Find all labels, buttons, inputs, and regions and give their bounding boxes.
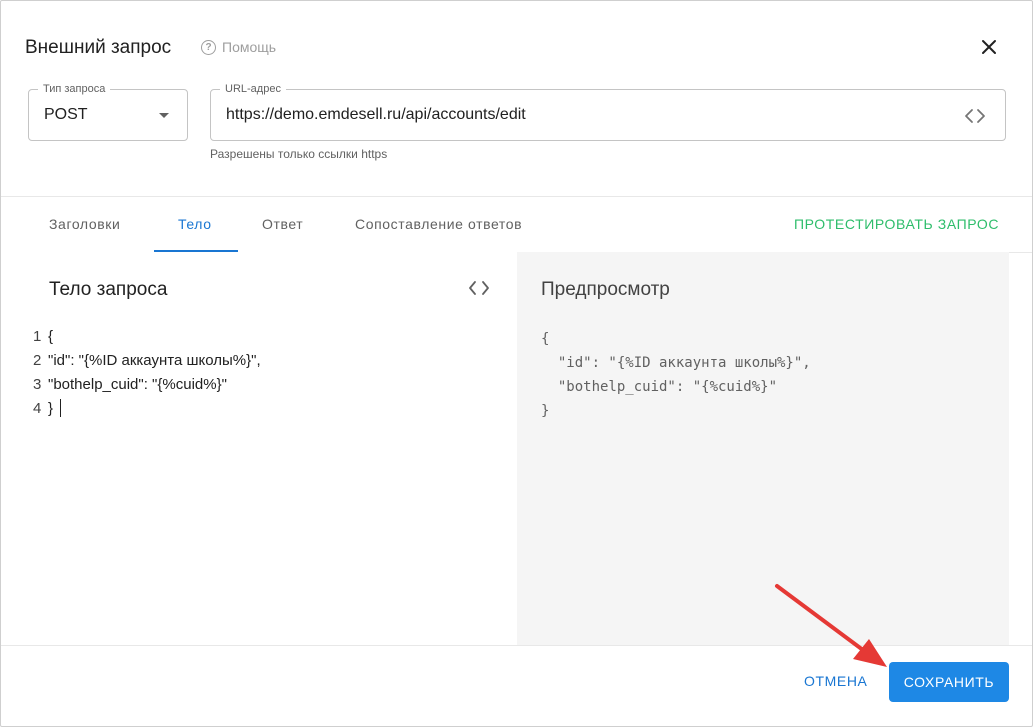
line-number: 1 [33, 328, 42, 345]
code-brackets-icon[interactable] [963, 105, 987, 127]
text-cursor [60, 399, 62, 417]
editor-line: 4 } [25, 399, 495, 423]
close-icon[interactable] [977, 35, 1001, 59]
tab-response-mapping[interactable]: Сопоставление ответов [355, 216, 522, 232]
footer-divider [1, 645, 1032, 646]
help-circle-icon: ? [201, 39, 216, 55]
tab-response[interactable]: Ответ [262, 216, 303, 232]
tab-body[interactable]: Тело [178, 216, 212, 232]
cancel-button[interactable]: ОТМЕНА [804, 673, 868, 689]
request-body-title: Тело запроса [49, 279, 168, 300]
request-method-select[interactable]: Тип запроса POST [28, 82, 188, 141]
editor-line: 3 "bothelp_cuid": "{%cuid%}" [25, 375, 495, 399]
tab-headers[interactable]: Заголовки [49, 216, 120, 232]
line-text: "bothelp_cuid": "{%cuid%}" [48, 376, 227, 393]
url-label: URL-адрес [220, 82, 286, 96]
line-text: { [48, 328, 54, 345]
help-link[interactable]: ? Помощь [201, 39, 276, 55]
url-field: URL-адрес [210, 82, 1006, 141]
line-number: 2 [33, 352, 42, 369]
save-button[interactable]: СОХРАНИТЬ [889, 662, 1009, 702]
request-method-value: POST [44, 106, 88, 123]
request-body-editor[interactable]: 1 { 2 "id": "{%ID аккаунта школы%}", 3 "… [25, 327, 495, 423]
editor-line: 2 "id": "{%ID аккаунта школы%}", [25, 351, 495, 375]
line-text: "id": "{%ID аккаунта школы%}", [48, 352, 261, 369]
editor-line: 1 { [25, 327, 495, 351]
preview-content: { "id": "{%ID аккаунта школы%}", "bothel… [541, 331, 811, 419]
header-divider [1, 196, 1032, 197]
dropdown-arrow-icon [159, 113, 169, 118]
preview-title: Предпросмотр [541, 279, 670, 300]
url-helper-text: Разрешены только ссылки https [210, 147, 388, 161]
external-request-dialog: Внешний запрос ? Помощь Тип запроса POST… [0, 0, 1033, 727]
preview-panel [517, 252, 1009, 645]
line-number: 3 [33, 376, 42, 393]
dialog-title: Внешний запрос [25, 37, 172, 58]
code-view-toggle-icon[interactable] [467, 278, 491, 298]
help-label: Помощь [222, 39, 277, 55]
request-body-panel [1, 252, 517, 645]
request-method-label: Тип запроса [38, 82, 111, 96]
line-number: 4 [33, 400, 42, 417]
test-request-button[interactable]: ПРОТЕСТИРОВАТЬ ЗАПРОС [794, 216, 999, 232]
line-text: } [48, 400, 54, 417]
url-input[interactable] [226, 106, 946, 124]
